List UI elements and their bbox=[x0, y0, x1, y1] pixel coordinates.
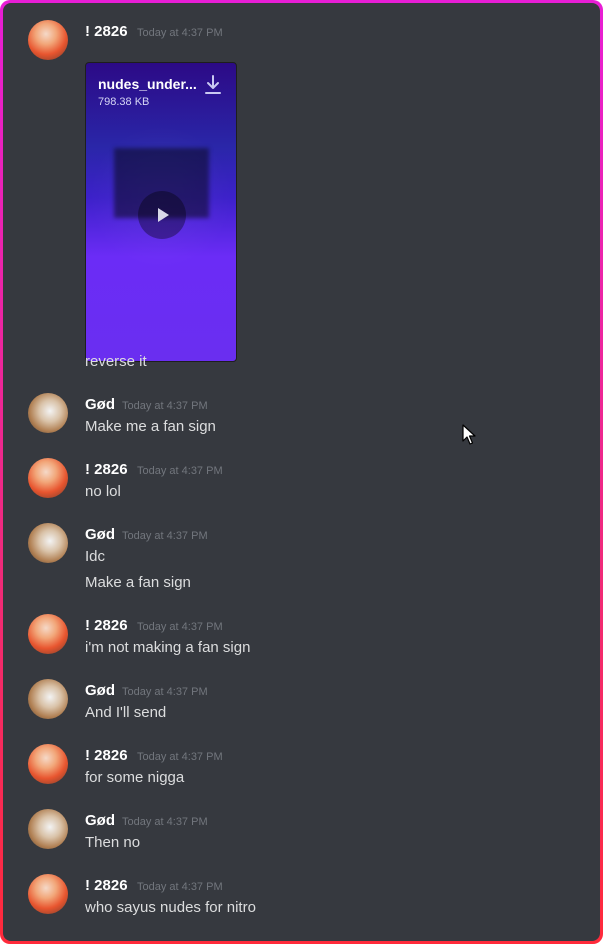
avatar[interactable] bbox=[28, 679, 68, 719]
play-button[interactable] bbox=[138, 191, 186, 239]
attachment-size: 798.38 KB bbox=[98, 96, 150, 108]
message-text: Make me a fan sign bbox=[85, 418, 216, 435]
username[interactable]: Gød bbox=[85, 526, 115, 543]
timestamp: Today at 4:37 PM bbox=[137, 751, 223, 763]
timestamp: Today at 4:37 PM bbox=[137, 881, 223, 893]
avatar[interactable] bbox=[28, 874, 68, 914]
username[interactable]: ! 2826 bbox=[85, 23, 128, 40]
username[interactable]: ! 2826 bbox=[85, 877, 128, 894]
timestamp: Today at 4:37 PM bbox=[122, 400, 208, 412]
avatar[interactable] bbox=[28, 393, 68, 433]
avatar[interactable] bbox=[28, 20, 68, 60]
message-text: for some nigga bbox=[85, 769, 185, 786]
avatar[interactable] bbox=[28, 458, 68, 498]
mouse-cursor-icon bbox=[462, 424, 476, 445]
timestamp: Today at 4:37 PM bbox=[122, 686, 208, 698]
timestamp: Today at 4:37 PM bbox=[137, 621, 223, 633]
play-icon bbox=[158, 208, 169, 222]
timestamp: Today at 4:37 PM bbox=[137, 27, 223, 39]
username[interactable]: Gød bbox=[85, 812, 115, 829]
avatar[interactable] bbox=[28, 523, 68, 563]
username[interactable]: ! 2826 bbox=[85, 461, 128, 478]
message-text: reverse it bbox=[85, 353, 147, 370]
message-text: no lol bbox=[85, 483, 121, 500]
timestamp: Today at 4:37 PM bbox=[137, 465, 223, 477]
username[interactable]: Gød bbox=[85, 682, 115, 699]
message-text: Make a fan sign bbox=[85, 574, 191, 591]
username[interactable]: ! 2826 bbox=[85, 617, 128, 634]
message-text: Idc bbox=[85, 548, 106, 565]
username[interactable]: ! 2826 bbox=[85, 747, 128, 764]
download-icon[interactable] bbox=[204, 75, 222, 95]
video-attachment[interactable]: nudes_under... 798.38 KB bbox=[85, 62, 237, 362]
timestamp: Today at 4:37 PM bbox=[122, 530, 208, 542]
chat-messages-panel[interactable]: ! 2826 Today at 4:37 PM nudes_under... 7… bbox=[3, 3, 600, 941]
message-text: Then no bbox=[85, 834, 141, 851]
username[interactable]: Gød bbox=[85, 396, 115, 413]
avatar[interactable] bbox=[28, 809, 68, 849]
message-text: i'm not making a fan sign bbox=[85, 639, 251, 656]
avatar[interactable] bbox=[28, 614, 68, 654]
avatar[interactable] bbox=[28, 744, 68, 784]
window-frame: ! 2826 Today at 4:37 PM nudes_under... 7… bbox=[0, 0, 603, 944]
message-text: who sayus nudes for nitro bbox=[85, 899, 256, 916]
message-text: And I'll send bbox=[85, 704, 167, 721]
timestamp: Today at 4:37 PM bbox=[122, 816, 208, 828]
attachment-filename[interactable]: nudes_under... bbox=[98, 76, 197, 92]
